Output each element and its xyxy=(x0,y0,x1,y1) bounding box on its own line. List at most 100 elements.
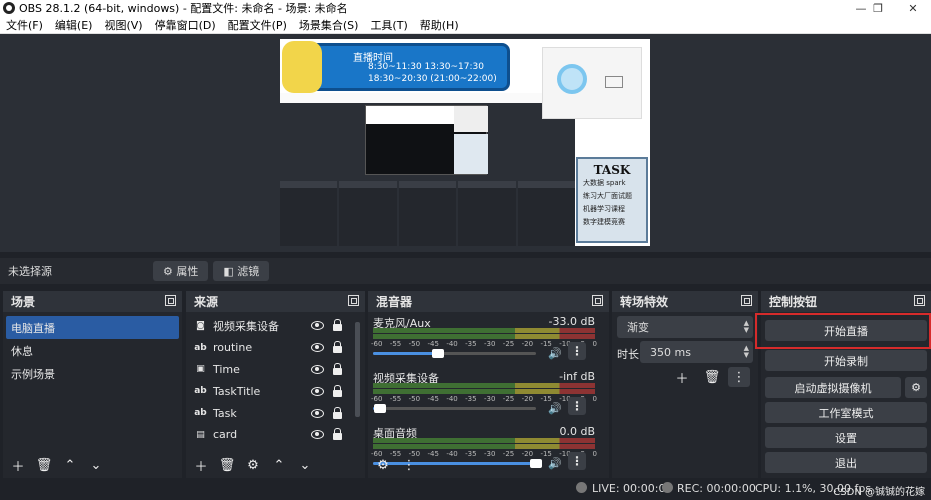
add-transition-button[interactable]: ＋ xyxy=(671,367,693,387)
undock-icon[interactable] xyxy=(741,295,752,306)
speaker-icon[interactable]: 🔊 xyxy=(548,402,562,415)
program-preview[interactable]: 直播时间 8:30~11:30 13:30~17:30 18:30~20:30 … xyxy=(280,39,650,246)
advanced-audio-gear-icon[interactable]: ⚙ xyxy=(372,455,394,475)
undock-icon[interactable] xyxy=(165,295,176,306)
menu-edit[interactable]: 编辑(E) xyxy=(49,17,99,33)
volume-slider-handle[interactable] xyxy=(432,349,444,358)
live-status-icon xyxy=(576,482,587,493)
undock-icon[interactable] xyxy=(592,295,603,306)
transition-menu-kebab-icon[interactable]: ⋮ xyxy=(728,367,750,387)
spinner-arrows-icon[interactable]: ▲ ▼ xyxy=(744,345,749,359)
menu-profile[interactable]: 配置文件(P) xyxy=(222,17,293,33)
remove-source-trash-icon[interactable]: 🗑 xyxy=(216,455,238,475)
title-bar: OBS 28.1.2 (64-bit, windows) - 配置文件: 未命名… xyxy=(0,0,931,16)
window-title: OBS 28.1.2 (64-bit, windows) - 配置文件: 未命名… xyxy=(19,2,348,15)
meter-ticks: -60-55-50-45-40-35-30-25-20-15-10-50 xyxy=(371,340,597,348)
source-name: Task xyxy=(213,406,237,420)
undock-icon[interactable] xyxy=(348,295,359,306)
visibility-eye-icon[interactable] xyxy=(311,430,324,440)
volume-slider[interactable] xyxy=(373,349,536,358)
text-icon: ab xyxy=(194,386,207,397)
move-down-chevron-icon[interactable]: ⌄ xyxy=(294,455,316,475)
source-item[interactable]: ab TaskTitle xyxy=(186,380,365,402)
close-button[interactable]: ✕ xyxy=(895,0,931,16)
meter-tick-label: -25 xyxy=(502,340,515,348)
scenes-dock: 场景 电脑直播 休息 示例场景 ＋ 🗑 ⌃ ⌄ xyxy=(3,291,182,478)
menu-scene-collection[interactable]: 场景集合(S) xyxy=(293,17,365,33)
volume-slider[interactable] xyxy=(373,404,536,413)
text-icon: ab xyxy=(194,408,207,419)
source-item[interactable]: ▣ Time xyxy=(186,359,365,381)
undock-icon[interactable] xyxy=(914,295,925,306)
source-toolbar: 未选择源 ⚙ 属性 ◧ 滤镜 xyxy=(0,258,931,284)
task-line: 大数据 spark xyxy=(583,179,626,187)
source-item[interactable]: ▤ card xyxy=(186,424,365,446)
menu-file[interactable]: 文件(F) xyxy=(0,17,49,33)
image-icon: ▣ xyxy=(196,364,205,375)
move-down-chevron-icon[interactable]: ⌄ xyxy=(85,455,107,475)
start-virtual-camera-button[interactable]: 启动虚拟摄像机 xyxy=(765,377,901,398)
source-item[interactable]: ab Task xyxy=(186,402,365,424)
channel-menu-kebab-icon[interactable]: ⋮ xyxy=(568,342,586,360)
scene-item[interactable]: 示例场景 xyxy=(3,362,182,385)
visibility-eye-icon[interactable] xyxy=(311,321,324,331)
lock-icon[interactable] xyxy=(333,384,342,397)
status-bar: LIVE: 00:00:00 REC: 00:00:00 CPU: 1.1%, … xyxy=(0,478,931,500)
mixer-menu-kebab-icon[interactable]: ⋮ xyxy=(398,455,420,475)
menu-view[interactable]: 视图(V) xyxy=(98,17,148,33)
scene-item[interactable]: 电脑直播 xyxy=(6,316,179,339)
filter-icon: ◧ xyxy=(223,264,238,278)
studio-mode-button[interactable]: 工作室模式 xyxy=(765,402,927,423)
speaker-icon[interactable]: 🔊 xyxy=(548,347,562,360)
maximize-button[interactable]: ❐ xyxy=(860,0,896,16)
menu-help[interactable]: 帮助(H) xyxy=(414,17,465,33)
duration-spinbox[interactable]: 350 ms ▲ ▼ xyxy=(640,341,753,363)
transition-select[interactable]: 渐变 ▲ ▼ xyxy=(617,316,753,338)
meter-tick-label: -55 xyxy=(389,395,402,403)
settings-button[interactable]: 设置 xyxy=(765,427,927,448)
virtual-camera-gear-icon[interactable]: ⚙ xyxy=(905,377,927,398)
source-settings-gear-icon[interactable]: ⚙ xyxy=(242,455,264,475)
properties-label: 属性 xyxy=(176,265,199,278)
visibility-eye-icon[interactable] xyxy=(311,408,324,418)
properties-button[interactable]: ⚙ 属性 xyxy=(153,261,209,281)
meter-tick-label: -20 xyxy=(521,340,534,348)
volume-slider-handle[interactable] xyxy=(374,404,386,413)
channel-db: -33.0 dB xyxy=(548,315,596,328)
visibility-eye-icon[interactable] xyxy=(311,386,324,396)
lock-icon[interactable] xyxy=(333,341,342,354)
source-item[interactable]: ◙ 视频采集设备 xyxy=(186,315,365,337)
transitions-header: 转场特效 xyxy=(612,291,758,312)
add-source-button[interactable]: ＋ xyxy=(190,455,212,475)
channel-menu-kebab-icon[interactable]: ⋮ xyxy=(568,397,586,415)
lock-icon[interactable] xyxy=(333,428,342,441)
move-up-chevron-icon[interactable]: ⌃ xyxy=(59,455,81,475)
filters-button[interactable]: ◧ 滤镜 xyxy=(213,261,270,281)
meter-tick-label: -35 xyxy=(465,395,477,403)
lock-icon[interactable] xyxy=(333,406,342,419)
sources-scrollbar[interactable] xyxy=(355,322,360,417)
rec-timer: REC: 00:00:00 xyxy=(677,482,756,495)
webcam-placeholder xyxy=(542,47,642,119)
remove-scene-trash-icon[interactable]: 🗑 xyxy=(33,455,55,475)
menu-tools[interactable]: 工具(T) xyxy=(364,17,413,33)
start-recording-button[interactable]: 开始录制 xyxy=(765,350,927,371)
add-scene-button[interactable]: ＋ xyxy=(7,455,29,475)
camera-icon: ◙ xyxy=(196,320,205,331)
menu-docks[interactable]: 停靠窗口(D) xyxy=(149,17,222,33)
move-up-chevron-icon[interactable]: ⌃ xyxy=(268,455,290,475)
meter-tick-label: -25 xyxy=(502,395,515,403)
lock-icon[interactable] xyxy=(333,319,342,332)
meter-tick-label: -35 xyxy=(465,340,477,348)
exit-button[interactable]: 退出 xyxy=(765,452,927,473)
source-item[interactable]: ab routine xyxy=(186,337,365,359)
level-meter xyxy=(373,438,595,443)
visibility-eye-icon[interactable] xyxy=(311,364,324,374)
visibility-eye-icon[interactable] xyxy=(311,343,324,353)
remove-transition-trash-icon[interactable]: 🗑 xyxy=(701,367,723,387)
mixer-title: 混音器 xyxy=(376,295,413,309)
lock-icon[interactable] xyxy=(333,362,342,375)
no-source-selected-label: 未选择源 xyxy=(8,265,52,278)
scene-item[interactable]: 休息 xyxy=(3,339,182,362)
gear-icon: ⚙ xyxy=(163,264,177,278)
